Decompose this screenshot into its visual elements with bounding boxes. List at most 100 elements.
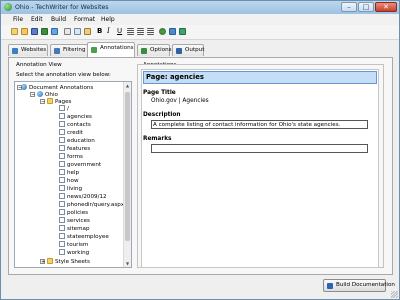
open-folder-icon[interactable]: [21, 28, 28, 35]
page-icon: [59, 233, 65, 239]
tree-label: services: [67, 218, 90, 224]
description-field[interactable]: A complete listing of contact informatio…: [151, 120, 368, 129]
tab-websites[interactable]: Websites: [8, 44, 48, 56]
remarks-field[interactable]: [151, 144, 368, 153]
tree-label: government: [67, 162, 102, 168]
collapse-icon[interactable]: −: [40, 99, 45, 105]
tree-node-style-sheets[interactable]: + Style Sheets: [40, 258, 90, 266]
minimize-button[interactable]: –: [341, 2, 357, 12]
tree-label: education: [67, 138, 95, 144]
filter-icon: [54, 48, 60, 54]
bold-button[interactable]: B: [97, 27, 102, 36]
build-icon[interactable]: [41, 28, 48, 35]
page-icon: [59, 185, 65, 191]
tree-page-item[interactable]: government: [59, 161, 101, 169]
cut-icon[interactable]: [64, 28, 71, 35]
tree-page-item[interactable]: education: [59, 137, 95, 145]
menu-bar: File Edit Build Format Help: [1, 14, 399, 25]
hyperlink-icon[interactable]: [159, 28, 166, 35]
tab-label: Options: [150, 47, 172, 53]
annotation-tree[interactable]: − Document Annotations − Ohio − Pages / …: [14, 81, 132, 268]
tree-page-item[interactable]: tourism: [59, 241, 88, 249]
close-button[interactable]: ✕: [375, 2, 397, 12]
tree-label: tourism: [67, 242, 89, 248]
tree-page-item[interactable]: stateemployee: [59, 233, 109, 241]
page-icon: [59, 105, 65, 111]
table-icon[interactable]: [179, 28, 186, 35]
tab-annotations[interactable]: Annotations: [87, 42, 135, 57]
expand-icon[interactable]: +: [40, 259, 45, 265]
tree-scrollbar[interactable]: ▲ ▼: [123, 82, 131, 267]
menu-format[interactable]: Format: [74, 16, 95, 23]
tab-options[interactable]: Options: [137, 44, 172, 56]
tree-page-item[interactable]: agencies: [59, 113, 92, 121]
tree-page-item[interactable]: services: [59, 217, 90, 225]
indent-icon[interactable]: [147, 28, 154, 35]
tree-page-item[interactable]: living: [59, 185, 82, 193]
tree-page-item[interactable]: policies: [59, 209, 88, 217]
tree-page-item[interactable]: working: [59, 249, 89, 257]
maximize-button[interactable]: □: [358, 2, 374, 12]
save-icon[interactable]: [31, 28, 38, 35]
tree-label: /: [67, 106, 69, 112]
tree-label: help: [67, 170, 80, 176]
tree-label: agencies: [67, 114, 92, 120]
page-header: Page: agencies: [143, 71, 377, 84]
page-title-value: Ohio.gov | Agencies: [151, 98, 209, 104]
tab-label: Output: [185, 47, 205, 53]
menu-file[interactable]: File: [13, 16, 23, 23]
folder-icon: [47, 258, 53, 264]
image-icon[interactable]: [169, 28, 176, 35]
build-documentation-button[interactable]: Build Documentation: [323, 279, 395, 292]
tab-output[interactable]: Output: [172, 44, 204, 56]
bullet-list-icon[interactable]: [127, 28, 134, 35]
site-icon: [37, 91, 43, 97]
tree-page-item[interactable]: credit: [59, 129, 83, 137]
tree-label: credit: [67, 130, 83, 136]
copy-icon[interactable]: [74, 28, 81, 35]
page-icon: [59, 241, 65, 247]
annotation-icon: [91, 47, 97, 53]
menu-build[interactable]: Build: [51, 16, 66, 23]
remarks-label: Remarks: [143, 136, 172, 142]
resize-grip[interactable]: [391, 291, 398, 298]
tree-page-item[interactable]: contacts: [59, 121, 91, 129]
annotation-detail: Page: agencies Page Title Ohio.gov | Age…: [141, 69, 379, 268]
menu-edit[interactable]: Edit: [31, 16, 43, 23]
numbered-list-icon[interactable]: [137, 28, 144, 35]
refresh-icon[interactable]: [51, 28, 58, 35]
tree-page-item[interactable]: sitemap: [59, 225, 90, 233]
tree-page-item[interactable]: how: [59, 177, 79, 185]
underline-button[interactable]: U: [117, 27, 122, 36]
tree-page-item[interactable]: features: [59, 145, 90, 153]
new-file-icon[interactable]: [11, 28, 18, 35]
tree-label: Style Sheets: [55, 259, 90, 265]
italic-button[interactable]: I: [107, 27, 110, 36]
tree-page-item[interactable]: forms: [59, 153, 83, 161]
tree-label: phonedir/query.aspx: [67, 202, 125, 208]
tree-page-item[interactable]: help: [59, 169, 79, 177]
tree-page-item[interactable]: phonedir/query.aspx: [59, 201, 124, 209]
folder-icon: [47, 98, 53, 104]
page-icon: [59, 137, 65, 143]
tree-page-item[interactable]: /: [59, 105, 69, 113]
tree-label: forms: [67, 154, 83, 160]
tree-label: stateemployee: [67, 234, 109, 240]
page-icon: [59, 225, 65, 231]
scroll-thumb[interactable]: [125, 92, 130, 241]
menu-help[interactable]: Help: [101, 16, 115, 23]
build-button-label: Build Documentation: [336, 282, 395, 288]
annotation-view-instruction: Select the annotation view below:: [16, 72, 111, 78]
app-window: Ohio - TechWriter for Websites – □ ✕ Fil…: [0, 0, 400, 300]
window-title: Ohio - TechWriter for Websites: [15, 4, 109, 11]
paste-icon[interactable]: [84, 28, 91, 35]
collapse-icon[interactable]: −: [30, 92, 35, 98]
tree-page-item[interactable]: news/2009/12: [59, 193, 107, 201]
page-icon: [59, 113, 65, 119]
tab-filtering[interactable]: Filtering: [50, 44, 88, 56]
tree-label: news/2009/12: [67, 194, 107, 200]
scroll-up-icon[interactable]: ▲: [125, 83, 130, 88]
page-icon: [59, 161, 65, 167]
collapse-icon[interactable]: −: [17, 85, 22, 91]
scroll-down-icon[interactable]: ▼: [125, 261, 130, 266]
